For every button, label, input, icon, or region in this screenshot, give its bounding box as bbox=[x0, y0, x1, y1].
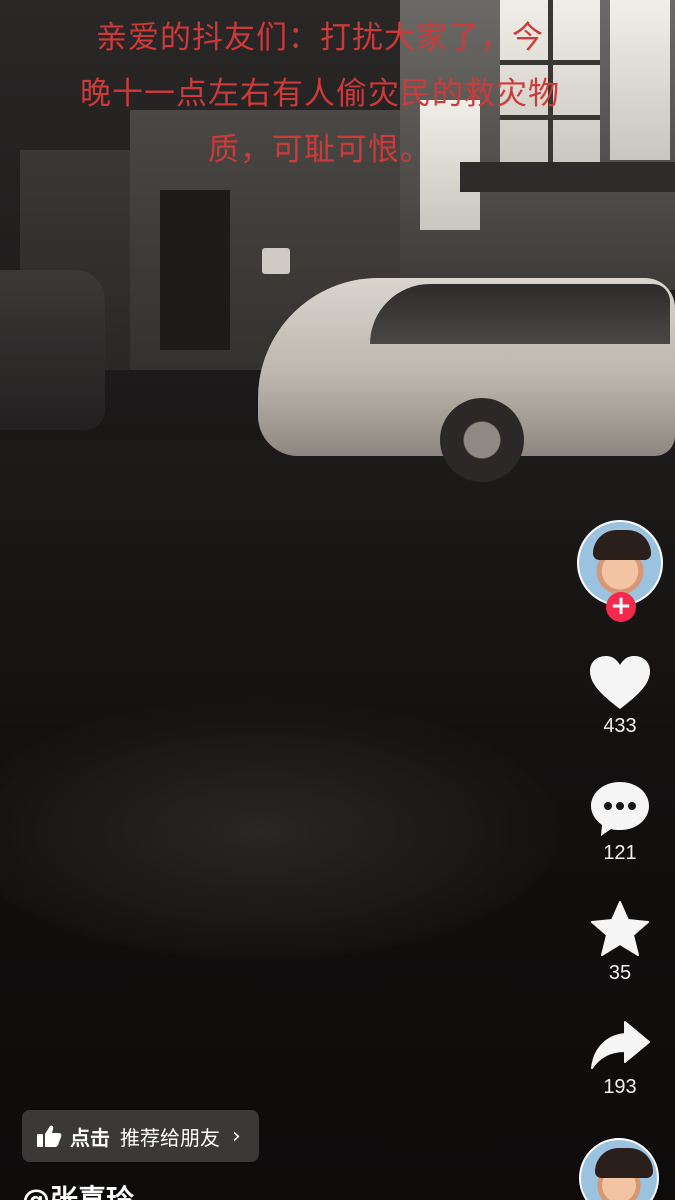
like-button[interactable]: 433 bbox=[575, 655, 665, 738]
share-button[interactable]: 193 bbox=[575, 1020, 665, 1099]
follow-button[interactable]: + bbox=[606, 592, 636, 622]
share-count: 193 bbox=[603, 1076, 637, 1098]
lit-window bbox=[610, 0, 670, 160]
like-count: 433 bbox=[603, 715, 637, 737]
recommend-label: 推荐给朋友 bbox=[120, 1125, 220, 1150]
thumbs-up-icon bbox=[37, 1125, 62, 1147]
recommend-tap-label: 点击 bbox=[70, 1125, 110, 1150]
avatar-hair bbox=[595, 1148, 653, 1178]
air-conditioner bbox=[262, 248, 290, 274]
comment-count: 121 bbox=[603, 842, 637, 864]
caption-line: 亲爱的抖友们：打扰大家了，今 bbox=[96, 20, 544, 56]
comment-button[interactable]: 121 bbox=[575, 780, 665, 865]
caption-line: 晚十一点左右有人偷灾民的救灾物 bbox=[80, 76, 560, 112]
parked-car-left bbox=[0, 270, 105, 430]
video-caption: 亲爱的抖友们：打扰大家了，今 晚十一点左右有人偷灾民的救灾物 质，可耻可恨。 bbox=[40, 10, 600, 178]
comment-bubble-icon bbox=[591, 782, 649, 836]
car-window bbox=[370, 284, 670, 344]
favorite-count: 35 bbox=[608, 962, 632, 984]
star-icon bbox=[591, 901, 649, 956]
doorway bbox=[160, 190, 230, 350]
share-arrow-icon bbox=[591, 1021, 650, 1069]
heart-icon bbox=[590, 656, 650, 709]
video-frame[interactable] bbox=[0, 0, 675, 1200]
caption-line: 质，可耻可恨。 bbox=[208, 132, 432, 168]
chevron-right-icon: › bbox=[232, 1123, 241, 1149]
avatar-hair bbox=[593, 530, 651, 560]
recommend-to-friend-button[interactable]: 点击 推荐给朋友 › bbox=[22, 1110, 259, 1162]
author-handle[interactable]: @张喜玲 bbox=[22, 1178, 134, 1200]
favorite-button[interactable]: 35 bbox=[575, 900, 665, 985]
car-wheel bbox=[440, 398, 524, 482]
